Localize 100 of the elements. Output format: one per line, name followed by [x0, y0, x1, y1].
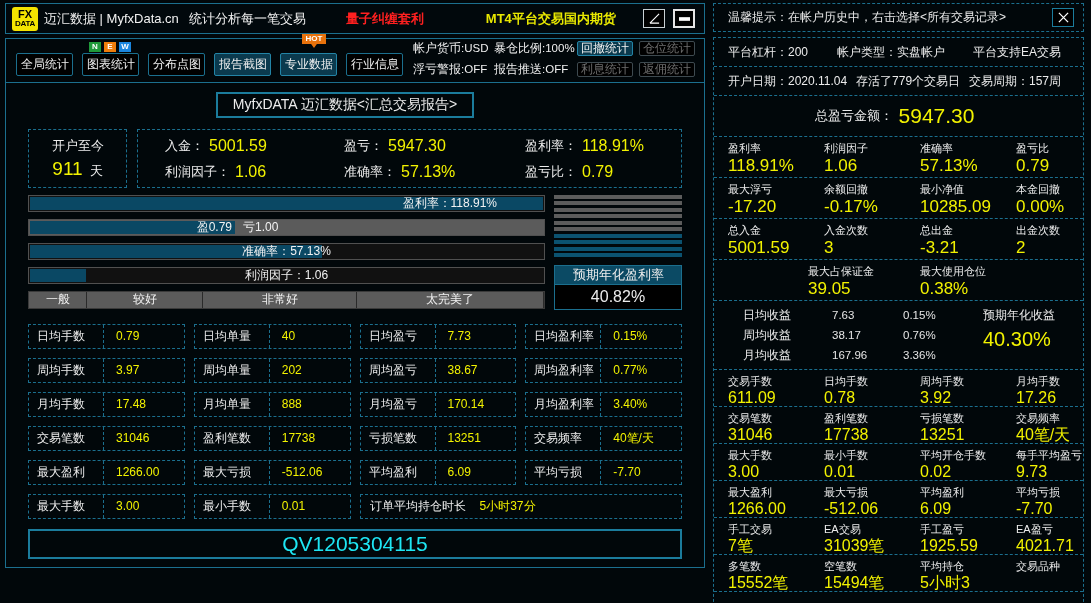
- metric-value: 4021.71: [1016, 537, 1074, 554]
- stat-label: 日均盈亏: [360, 325, 436, 348]
- account-id: QV1205304115: [28, 529, 682, 559]
- bar-label: 盈利率：118.91%: [401, 196, 498, 211]
- win-label: 盈0.79: [195, 220, 233, 235]
- metric-label: 手工盈亏: [920, 522, 964, 537]
- minimize-button[interactable]: [673, 9, 695, 28]
- metric-label: 平均盈利: [920, 485, 964, 500]
- stat-label: 日均手数: [29, 325, 104, 348]
- metric-value: 5001.59: [728, 238, 790, 258]
- info-text: 平台杠杆：200: [728, 43, 809, 61]
- metric-value: 0.02: [920, 463, 952, 480]
- promo-link[interactable]: MT4平台交易国内期货: [485, 9, 616, 28]
- metric-value: 7笔: [728, 537, 753, 554]
- close-icon: [1057, 12, 1069, 23]
- annual-return-label: 预期年化收益: [983, 307, 1055, 324]
- stat-label: 最大盈利: [29, 461, 104, 484]
- metric-value: 0.38%: [920, 279, 969, 299]
- metric-label: 最大占保证金: [808, 264, 874, 279]
- info-text: 平台支持EA交易: [972, 43, 1061, 61]
- metric-value: 3.92: [920, 389, 952, 406]
- summary-value: 5947.30: [388, 137, 446, 155]
- metric-value: 10285.09: [920, 197, 991, 217]
- return-label: 周均收益: [743, 326, 791, 344]
- metric-label: 盈亏比: [1016, 141, 1049, 156]
- metric-value: 6.09: [920, 500, 952, 517]
- metric-value: -3.21: [920, 238, 959, 258]
- metric-label: 交易品种: [1016, 559, 1060, 574]
- metric-value: 39.05: [808, 279, 851, 299]
- app-title: 迈汇数据 | MyfxData.cn: [44, 9, 179, 28]
- rating-segment: 较好: [87, 292, 203, 308]
- metric-value: 13251: [920, 426, 965, 443]
- tab-button[interactable]: 专业数据: [280, 53, 337, 76]
- metric-value: 0.00%: [1016, 197, 1065, 217]
- badge-letter: N: [89, 42, 101, 52]
- tab-button[interactable]: 图表统计: [82, 53, 139, 76]
- metric-label: 入金次数: [824, 223, 868, 238]
- stat-value: 38.67: [446, 362, 478, 379]
- metric-label: 余额回撤: [824, 182, 868, 197]
- tab-button[interactable]: 分布点图: [148, 53, 205, 76]
- tab-button[interactable]: 报告截图: [214, 53, 271, 76]
- stat-label: 订单平均持仓时长: [368, 498, 466, 515]
- metric-label: 总入金: [728, 223, 761, 238]
- metric-label: EA交易: [824, 522, 861, 537]
- metric-label: 交易手数: [728, 374, 772, 389]
- summary-label: 准确率：: [344, 163, 396, 181]
- metric-value: 611.09: [728, 389, 776, 406]
- stat-value: 0.15%: [612, 328, 648, 345]
- metric-value: -17.20: [728, 197, 777, 217]
- info-text: 存活了779个交易日: [856, 72, 961, 90]
- annual-label: 预期年化盈利率: [554, 265, 682, 285]
- stat-value: 1266.00: [115, 464, 160, 481]
- metric-label: 最小手数: [824, 448, 868, 463]
- minus-icon: [678, 16, 690, 21]
- app-slogan: 统计分析每一笔交易: [188, 9, 306, 28]
- info-text: 开户日期：2020.11.04: [728, 72, 848, 90]
- metric-label: 平均持仓: [920, 559, 964, 574]
- stat-value: 0.77%: [612, 362, 648, 379]
- rating-segment: 非常好: [203, 292, 357, 308]
- stat-label: 月均盈利率: [526, 393, 602, 416]
- account-info: 暴仓比例:100%: [494, 41, 576, 56]
- stat-value: 40: [280, 328, 296, 345]
- summary-label: 利润因子：: [165, 163, 230, 181]
- rating-segment: 太完美了: [357, 292, 544, 308]
- metric-value: 15494笔: [824, 574, 885, 591]
- metric-label: 交易频率: [1016, 411, 1060, 426]
- days-unit: 天: [89, 162, 103, 180]
- stat-label: 亏损笔数: [360, 427, 436, 450]
- return-amount: 167.96: [832, 349, 868, 361]
- stat-label: 最大亏损: [194, 461, 270, 484]
- metric-value: 31039笔: [824, 537, 885, 554]
- stat-value: 0.01: [280, 498, 306, 515]
- metric-value: 118.91%: [728, 156, 794, 176]
- tab-button[interactable]: 行业信息: [346, 53, 403, 76]
- tab-button[interactable]: 全局统计: [16, 53, 73, 76]
- badge-letter: W: [119, 42, 131, 52]
- loss-label: 亏1.00: [242, 220, 280, 235]
- stat-value: 17738: [280, 430, 316, 447]
- tip-text: 温馨提示：在帐户历史中，右击选择<所有交易记录>: [728, 9, 1006, 26]
- metric-label: 总出金: [920, 223, 953, 238]
- metric-value: -512.06: [824, 500, 879, 517]
- metric-value: -0.17%: [824, 197, 878, 217]
- metric-label: 最大使用仓位: [920, 264, 986, 279]
- account-info: 报告推送:OFF: [494, 62, 570, 77]
- metric-label: EA盈亏: [1016, 522, 1053, 537]
- angle-icon: [648, 13, 660, 24]
- stat-value: 31046: [115, 430, 150, 447]
- stat-label: 日均单量: [194, 325, 270, 348]
- stat-label: 日均盈利率: [526, 325, 602, 348]
- stat-button[interactable]: 回撤统计: [577, 41, 633, 56]
- metric-value: 57.13%: [920, 156, 978, 176]
- metric-value: 2: [1016, 238, 1026, 258]
- metric-label: 准确率: [920, 141, 953, 156]
- metric-label: 最小净值: [920, 182, 964, 197]
- metric-value: 3.00: [728, 463, 760, 480]
- close-button[interactable]: [1052, 8, 1074, 27]
- window-button[interactable]: [643, 9, 665, 28]
- rating-segment: 一般: [29, 292, 87, 308]
- metric-label: 月均手数: [1016, 374, 1060, 389]
- promo-link[interactable]: 量子纠缠套利: [345, 9, 424, 28]
